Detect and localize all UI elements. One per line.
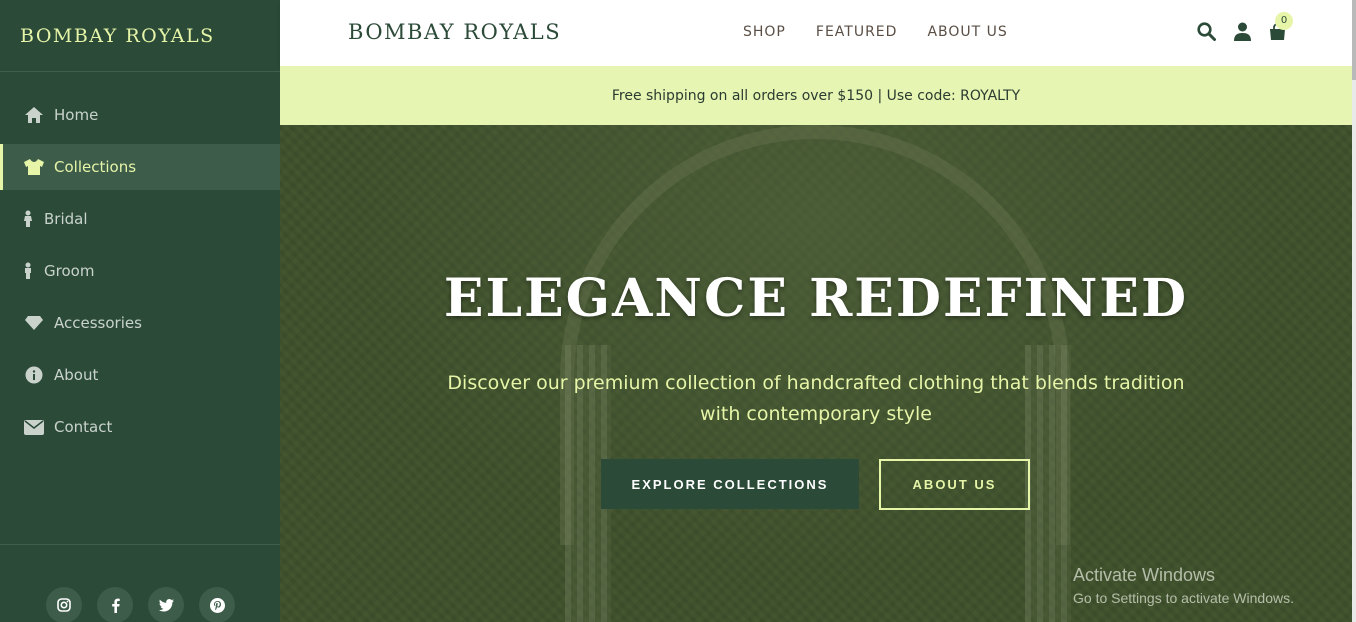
about-us-button[interactable]: ABOUT US bbox=[879, 459, 1030, 510]
tshirt-icon bbox=[22, 158, 46, 176]
sidebar: BOMBAY ROYALS Home Collections Bridal Gr… bbox=[0, 0, 280, 622]
sidebar-item-label: Contact bbox=[54, 418, 113, 436]
header-actions: 0 bbox=[1197, 11, 1293, 41]
facebook-icon[interactable] bbox=[97, 587, 133, 622]
hero-section: ELEGANCE REDEFINED Discover our premium … bbox=[280, 125, 1352, 622]
pinterest-icon[interactable] bbox=[199, 587, 235, 622]
cart-button[interactable]: 0 bbox=[1269, 11, 1293, 41]
female-icon bbox=[22, 210, 34, 228]
sidebar-item-home[interactable]: Home bbox=[0, 92, 280, 138]
main-menu: SHOP FEATURED ABOUT US bbox=[743, 24, 1008, 40]
header-brand[interactable]: BOMBAY ROYALS bbox=[348, 20, 561, 44]
male-icon bbox=[22, 262, 34, 280]
scrollbar-thumb[interactable] bbox=[1352, 0, 1356, 80]
explore-collections-button[interactable]: EXPLORE COLLECTIONS bbox=[601, 459, 859, 509]
menu-item-featured[interactable]: FEATURED bbox=[816, 24, 898, 40]
promo-text: Free shipping on all orders over $150 | … bbox=[611, 87, 1021, 104]
sidebar-footer bbox=[0, 544, 280, 622]
twitter-icon[interactable] bbox=[148, 587, 184, 622]
sidebar-item-groom[interactable]: Groom bbox=[0, 248, 280, 294]
search-icon[interactable] bbox=[1197, 22, 1216, 41]
social-links bbox=[0, 545, 280, 622]
sidebar-item-about[interactable]: About bbox=[0, 352, 280, 398]
home-icon bbox=[22, 106, 46, 124]
watermark-title: Activate Windows bbox=[1073, 565, 1216, 585]
menu-item-shop[interactable]: SHOP bbox=[743, 24, 786, 40]
sidebar-item-accessories[interactable]: Accessories bbox=[0, 300, 280, 346]
sidebar-item-collections[interactable]: Collections bbox=[0, 144, 280, 190]
envelope-icon bbox=[22, 419, 46, 435]
sidebar-item-label: Accessories bbox=[54, 314, 142, 332]
sidebar-item-contact[interactable]: Contact bbox=[0, 404, 280, 450]
sidebar-brand-text: BOMBAY ROYALS bbox=[20, 24, 215, 47]
watermark-subtitle: Go to Settings to activate Windows. bbox=[1073, 590, 1294, 606]
gem-icon bbox=[22, 315, 46, 331]
instagram-icon[interactable] bbox=[46, 587, 82, 622]
hero-title: ELEGANCE REDEFINED bbox=[443, 268, 1189, 329]
sidebar-brand[interactable]: BOMBAY ROYALS bbox=[0, 0, 280, 72]
windows-activation-watermark: Activate Windows Go to Settings to activ… bbox=[1073, 565, 1294, 606]
sidebar-item-label: Home bbox=[54, 106, 99, 124]
sidebar-item-label: Bridal bbox=[44, 210, 88, 228]
hero-subtitle: Discover our premium collection of handc… bbox=[447, 372, 1185, 425]
cart-count-badge: 0 bbox=[1275, 11, 1293, 30]
sidebar-nav: Home Collections Bridal Groom Accessorie… bbox=[0, 92, 280, 450]
info-icon bbox=[22, 366, 46, 384]
sidebar-item-bridal[interactable]: Bridal bbox=[0, 196, 280, 242]
sidebar-item-label: Groom bbox=[44, 262, 95, 280]
page-scrollbar[interactable] bbox=[1352, 0, 1356, 622]
menu-item-about-us[interactable]: ABOUT US bbox=[927, 24, 1007, 40]
sidebar-item-label: Collections bbox=[54, 158, 137, 176]
sidebar-item-label: About bbox=[54, 366, 99, 384]
promo-banner: Free shipping on all orders over $150 | … bbox=[280, 66, 1352, 125]
user-icon[interactable] bbox=[1234, 22, 1251, 41]
top-header: BOMBAY ROYALS SHOP FEATURED ABOUT US 0 bbox=[280, 0, 1352, 66]
